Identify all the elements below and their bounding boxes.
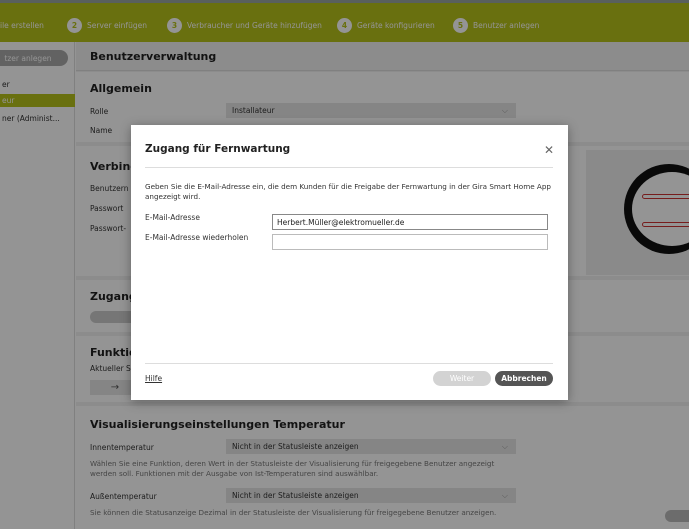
close-icon[interactable]: ✕ <box>544 143 554 157</box>
dialog-title: Zugang für Fernwartung <box>145 143 291 155</box>
divider <box>145 363 553 364</box>
help-link[interactable]: Hilfe <box>145 374 162 383</box>
next-button[interactable]: Weiter <box>433 371 491 386</box>
email-label: E-Mail-Adresse <box>145 213 200 222</box>
fernwartung-dialog: Zugang für Fernwartung ✕ Geben Sie die E… <box>131 125 568 400</box>
divider <box>145 167 553 168</box>
email-repeat-field[interactable] <box>272 234 548 250</box>
cancel-button[interactable]: Abbrechen <box>495 371 553 386</box>
email-repeat-label: E-Mail-Adresse wiederholen <box>145 233 249 242</box>
email-field[interactable] <box>272 214 548 230</box>
dialog-description: Geben Sie die E-Mail-Adresse ein, die de… <box>145 182 551 201</box>
